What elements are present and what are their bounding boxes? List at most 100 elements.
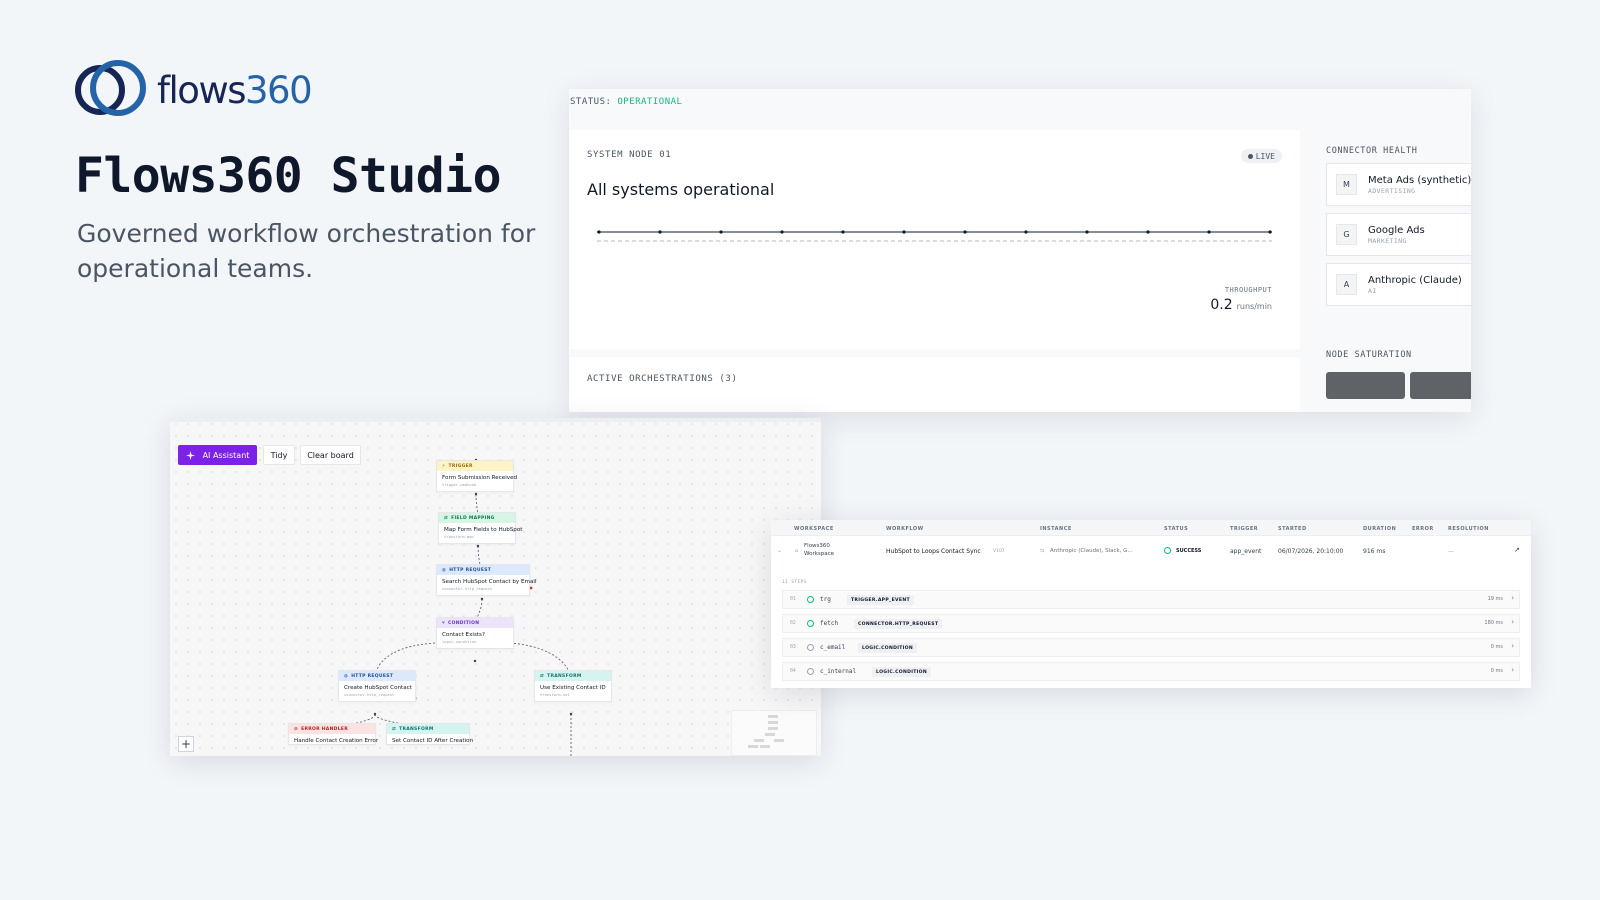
bolt-icon: ⚡ — [442, 463, 446, 469]
node-type-header: ⑂ CONDITION — [437, 618, 513, 628]
trigger-value: app_event — [1230, 548, 1262, 555]
connector-google-ads[interactable]: G Google Ads MARKETING — [1326, 213, 1471, 256]
logo-wordmark: flows360 — [157, 69, 313, 112]
step-index: 02 — [790, 621, 796, 626]
active-orchestrations-panel: ACTIVE ORCHESTRATIONS (3) — [569, 357, 1300, 412]
connector-avatar: M — [1336, 174, 1357, 195]
instance-icon: ⇆ — [1040, 548, 1045, 554]
transform-icon: ⇄ — [392, 726, 397, 732]
connector-meta-ads[interactable]: M Meta Ads (synthetic) ADVERTISING — [1326, 163, 1471, 206]
connector-anthropic[interactable]: A Anthropic (Claude) AI — [1326, 263, 1471, 306]
rings-logo-icon — [75, 60, 146, 116]
flow-node-trigger[interactable]: ⚡ TRIGGER Form Submission Received trigge… — [436, 460, 517, 492]
step-duration: 0 ms — [1490, 668, 1503, 674]
system-node-panel: SYSTEM NODE 01 LIVE All systems operatio… — [569, 130, 1300, 349]
status-value: OPERATIONAL — [617, 97, 683, 107]
step-index: 03 — [790, 645, 796, 650]
node-name: Handle Contact Creation Error — [294, 738, 379, 744]
node-type: ERROR HANDLER — [301, 726, 348, 732]
flow-node-http-search[interactable]: ◍ HTTP REQUEST Search HubSpot Contact by … — [436, 564, 537, 596]
node-name: Use Existing Contact ID — [540, 685, 606, 691]
workflow-canvas[interactable]: AI Assistant Tidy Clear board ⚡ TRIGGER F… — [170, 418, 821, 756]
node-subtype: transform.map — [444, 534, 474, 539]
live-badge: LIVE — [1240, 149, 1282, 163]
node-name: Create HubSpot Contact — [344, 685, 412, 691]
node-type-header: ◍ HTTP REQUEST — [339, 671, 415, 681]
saturation-bar — [1410, 372, 1471, 399]
list-item[interactable]: 01 trg TRIGGER.APP_EVENT 19 ms › — [782, 590, 1520, 609]
node-type: TRANSFORM — [399, 726, 434, 732]
col-duration: DURATION — [1363, 526, 1397, 532]
node-type: CONDITION — [448, 620, 480, 626]
step-type-tag: TRIGGER.APP_EVENT — [847, 595, 914, 605]
node-type: TRIGGER — [448, 463, 473, 469]
list-item[interactable]: 04 c_internal LOGIC.CONDITION 0 ms › — [782, 662, 1520, 681]
saturation-bar — [1326, 372, 1405, 399]
step-duration: 180 ms — [1484, 620, 1503, 626]
list-item[interactable]: 03 c_email LOGIC.CONDITION 0 ms › — [782, 638, 1520, 657]
workflow-name[interactable]: HubSpot to Loops Contact Sync — [886, 548, 981, 555]
step-index: 01 — [790, 597, 796, 602]
chevron-right-icon[interactable]: › — [1511, 666, 1514, 674]
active-orchestrations-label: ACTIVE ORCHESTRATIONS (3) — [587, 374, 738, 384]
globe-icon: ◍ — [442, 567, 447, 573]
col-resolution: RESOLUTION — [1448, 526, 1489, 532]
flow-node-condition[interactable]: ⑂ CONDITION Contact Exists? logic.conditi… — [436, 617, 514, 649]
node-subtype: connector.http_request — [442, 586, 493, 591]
workspace-name: Flows360 — [804, 543, 830, 549]
collapse-chevron-icon[interactable]: ⌄ — [777, 547, 782, 554]
canvas-minimap[interactable] — [731, 710, 817, 756]
col-error: ERROR — [1412, 526, 1434, 532]
flow-node-http-create[interactable]: ◍ HTTP REQUEST Create HubSpot Contact con… — [338, 670, 416, 702]
step-name: trg — [820, 596, 831, 603]
alert-icon: ⊘ — [294, 726, 299, 732]
success-check-icon — [1164, 547, 1171, 554]
flow-node-error-handler[interactable]: ⊘ ERROR HANDLER Handle Contact Creation E… — [288, 723, 379, 745]
zoom-in-button[interactable]: + — [178, 736, 194, 752]
connector-avatar: G — [1336, 224, 1357, 245]
open-external-icon[interactable]: ↗ — [1514, 546, 1520, 554]
node-status-title: All systems operational — [587, 180, 775, 199]
step-success-icon — [807, 620, 814, 627]
connector-category: AI — [1368, 286, 1377, 295]
col-trigger: TRIGGER — [1230, 526, 1259, 532]
started-timestamp: 06/07/2026, 20:10:00 — [1278, 548, 1344, 555]
step-name: fetch — [820, 620, 839, 627]
node-type-header: ⚡ TRIGGER — [437, 461, 513, 471]
workflow-version: V107 — [993, 549, 1005, 554]
runs-table-header: WORKSPACE WORKFLOW INSTANCE STATUS TRIGG… — [771, 520, 1531, 536]
step-skipped-icon — [807, 668, 814, 675]
chevron-right-icon[interactable]: › — [1511, 642, 1514, 650]
list-item[interactable]: 02 fetch CONNECTOR.HTTP_REQUEST 180 ms › — [782, 614, 1520, 633]
throughput-sparkline — [597, 230, 1272, 242]
col-workflow: WORKFLOW — [886, 526, 924, 532]
live-badge-text: LIVE — [1255, 151, 1275, 161]
node-name: Search HubSpot Contact by Email — [442, 579, 537, 585]
step-index: 04 — [790, 669, 796, 674]
chevron-right-icon[interactable]: › — [1511, 594, 1514, 602]
minimap-preview — [748, 715, 784, 748]
flow-node-field-mapping[interactable]: ⇄ FIELD MAPPING Map Form Fields to HubSpo… — [438, 512, 522, 544]
step-type-tag: LOGIC.CONDITION — [858, 643, 918, 653]
connector-name: Google Ads — [1368, 224, 1425, 236]
step-type-tag: LOGIC.CONDITION — [872, 667, 932, 677]
throughput-readout: 0.2 runs/min — [1210, 297, 1272, 313]
flow-node-transform-existing[interactable]: ⇄ TRANSFORM Use Existing Contact ID trans… — [534, 670, 612, 702]
dashboard-card: STATUS: OPERATIONAL SYSTEM NODE 01 LIVE … — [569, 89, 1471, 412]
node-type-header: ⇄ TRANSFORM — [535, 671, 611, 681]
node-subtype: logic.condition — [442, 639, 477, 644]
chevron-right-icon[interactable]: › — [1511, 618, 1514, 626]
workspace-icon: ⌂ — [795, 548, 799, 554]
table-row[interactable]: ⌄ ⌂ Flows360 Workspace HubSpot to Loops … — [771, 537, 1531, 569]
node-subtype: trigger.webhook — [442, 482, 477, 487]
flow-node-transform-set[interactable]: ⇄ TRANSFORM Set Contact ID After Creation — [386, 723, 473, 745]
hero-subtitle: Governed workflow orchestration for oper… — [77, 219, 536, 283]
node-type-header: ⊘ ERROR HANDLER — [289, 724, 375, 734]
node-saturation-label: NODE SATURATION — [1326, 350, 1412, 360]
connector-category: MARKETING — [1368, 236, 1407, 245]
throughput-value: 0.2 — [1210, 297, 1233, 313]
step-name: c_internal — [820, 668, 857, 675]
globe-icon: ◍ — [344, 673, 349, 679]
step-skipped-icon — [807, 644, 814, 651]
workspace-name-line2: Workspace — [804, 551, 835, 557]
